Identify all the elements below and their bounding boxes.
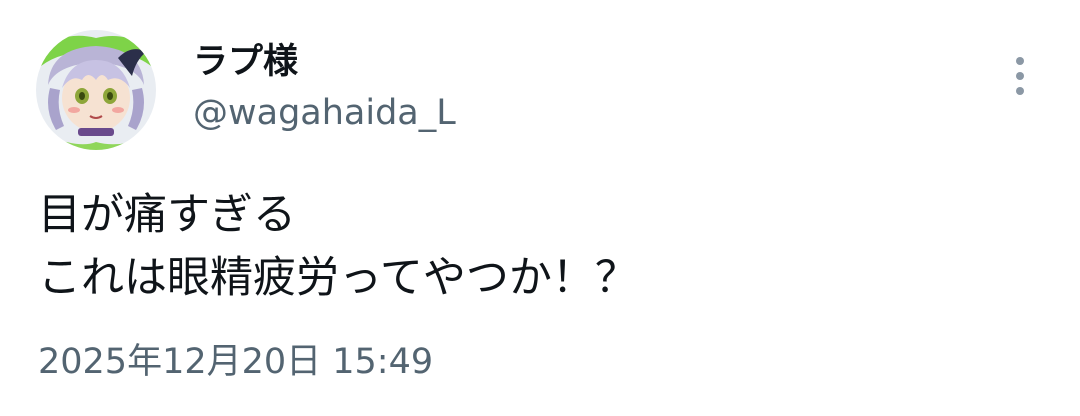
- author-handle[interactable]: @wagahaida_L: [193, 89, 456, 137]
- tweet-text: 目が痛すぎる これは眼精疲労ってやつか！？: [38, 184, 1038, 310]
- author-display-name[interactable]: ラプ様: [193, 38, 298, 86]
- tweet: ラプ様 @wagahaida_L 目が痛すぎる これは眼精疲労ってやつか！？ 2…: [0, 0, 1080, 416]
- more-options-button[interactable]: [1000, 52, 1040, 100]
- tweet-line: 目が痛すぎる: [38, 190, 296, 240]
- tweet-timestamp[interactable]: 2025年12月20日 15:49: [38, 338, 433, 386]
- avatar[interactable]: [36, 30, 156, 150]
- tweet-line: これは眼精疲労ってやつか！？: [38, 253, 638, 303]
- more-vertical-icon: [1016, 57, 1024, 95]
- avatar-image: [36, 30, 156, 150]
